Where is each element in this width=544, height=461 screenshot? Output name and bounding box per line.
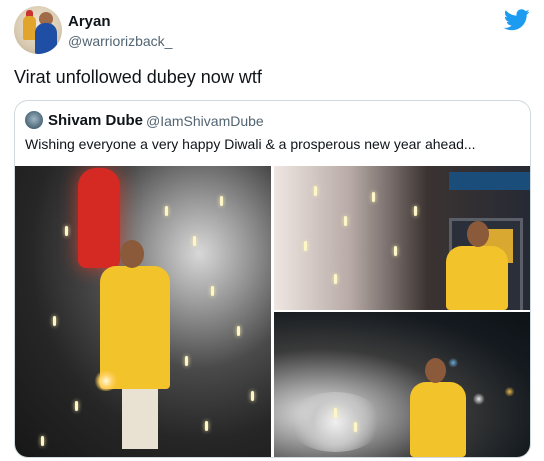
- quoted-tweet-card[interactable]: Shivam Dube @IamShivamDube Wishing every…: [14, 100, 531, 458]
- diwali-photo-1[interactable]: [15, 166, 271, 457]
- diwali-photo-2[interactable]: [274, 166, 530, 310]
- quoted-tweet-text: Wishing everyone a very happy Diwali & a…: [25, 136, 476, 152]
- quoted-author-name[interactable]: Shivam Dube: [48, 112, 143, 129]
- diwali-photo-3[interactable]: [274, 312, 530, 457]
- author-avatar[interactable]: [14, 6, 62, 54]
- quoted-author-avatar[interactable]: [25, 111, 43, 129]
- twitter-bird-icon: [504, 9, 530, 31]
- author-handle[interactable]: @warriorizback_: [68, 33, 172, 49]
- red-lantern: [78, 168, 120, 268]
- quoted-author-handle[interactable]: @IamShivamDube: [146, 113, 264, 129]
- author-name[interactable]: Aryan: [68, 13, 111, 30]
- tweet-text: Virat unfollowed dubey now wtf: [14, 67, 262, 87]
- tweet-header: Aryan @warriorizback_: [14, 6, 534, 56]
